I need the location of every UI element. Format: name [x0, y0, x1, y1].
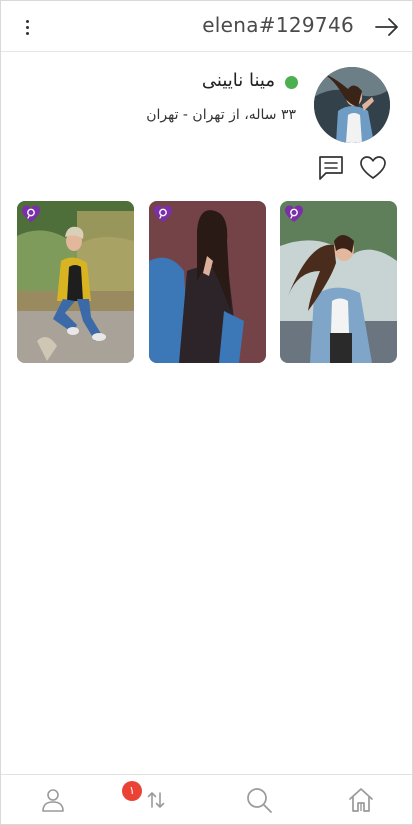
gallery-photo[interactable] [280, 201, 397, 363]
top-bar: elena#129746 [1, 1, 412, 52]
nav-search[interactable] [229, 775, 289, 824]
nav-home[interactable] [331, 775, 391, 824]
arrow-right-icon[interactable] [374, 15, 400, 39]
purple-heart-badge-icon [285, 205, 303, 222]
profile-location-age: ۳۳ ساله، از تهران - تهران [146, 107, 296, 123]
app-frame: elena#129746 مینا نایینی ۳۳ ساله، از تهر… [0, 0, 413, 825]
online-status-dot [285, 76, 298, 89]
avatar[interactable] [314, 67, 390, 143]
purple-heart-badge-icon [22, 205, 40, 222]
transfer-arrows-icon [147, 791, 165, 808]
username-title: elena#129746 [202, 13, 354, 37]
bottom-navigation [1, 774, 412, 824]
search-icon [247, 787, 272, 813]
notification-badge: ۱ [122, 781, 142, 801]
user-icon [42, 788, 64, 812]
heart-icon[interactable] [358, 154, 388, 182]
gallery-photo[interactable] [17, 201, 134, 363]
message-icon[interactable] [316, 154, 346, 182]
profile-name: مینا نایینی [201, 70, 275, 91]
home-icon [349, 787, 373, 812]
nav-profile[interactable] [23, 775, 83, 824]
more-vertical-icon[interactable] [15, 14, 39, 40]
purple-heart-badge-icon [154, 205, 172, 222]
gallery-photo[interactable] [149, 201, 266, 363]
